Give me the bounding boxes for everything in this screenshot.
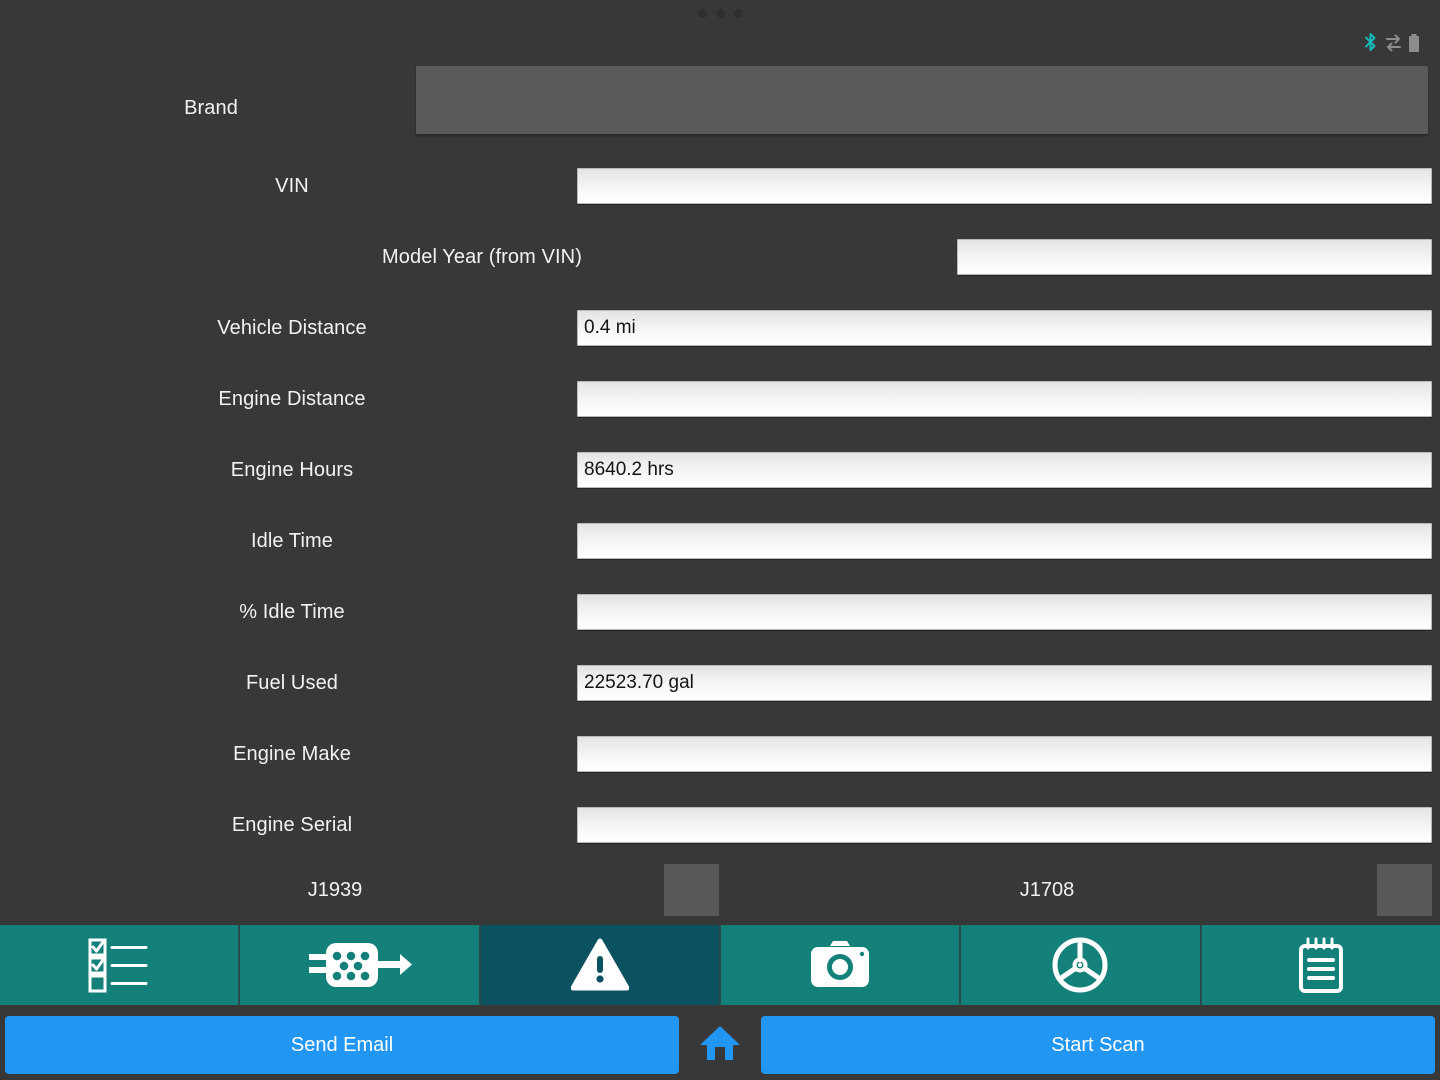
home-button[interactable] [679,1016,761,1074]
engine-serial-input[interactable] [577,807,1432,843]
form-row-model-year: Model Year (from VIN) [0,237,1440,277]
model-year-input[interactable] [957,239,1432,275]
label-j1939: J1939 [307,878,363,901]
send-email-button[interactable]: Send Email [5,1016,679,1074]
form-row-engine-distance: Engine Distance [0,379,1440,419]
tab-notes[interactable] [1201,925,1440,1005]
engine-make-input[interactable] [577,736,1432,772]
label-engine-hours: Engine Hours [230,458,354,481]
j1708-indicator[interactable] [1377,864,1432,916]
form-row-idle-time: Idle Time [0,521,1440,561]
tab-connector[interactable] [240,925,481,1005]
drag-handle-dots [697,8,707,18]
start-scan-button[interactable]: Start Scan [761,1016,1435,1074]
bluetooth-icon [1362,32,1379,59]
checklist-icon [88,937,150,993]
label-model-year: Model Year (from VIN) [382,245,582,268]
vehicle-distance-input[interactable]: 0.4 mi [577,310,1432,346]
form-row-engine-serial: Engine Serial [0,805,1440,845]
label-brand: Brand [184,96,238,119]
vin-input[interactable] [577,168,1432,204]
drag-handle-dots [715,8,725,18]
fuel-used-input[interactable]: 22523.70 gal [577,665,1432,701]
camera-icon [809,940,871,990]
label-j1708: J1708 [1019,878,1075,901]
fuel-used-value: 22523.70 gal [584,672,694,693]
label-vin: VIN [275,174,309,197]
idle-time-input[interactable] [577,523,1432,559]
form-row-brand: Brand [0,66,1440,134]
form-row-engine-hours: Engine Hours 8640.2 hrs [0,450,1440,490]
warning-icon [570,938,629,992]
form-row-vin: VIN [0,166,1440,206]
vehicle-distance-value: 0.4 mi [584,317,636,338]
notepad-icon [1296,937,1346,993]
status-bar [1362,32,1420,59]
label-vehicle-distance: Vehicle Distance [217,316,367,339]
window-drag-handle[interactable] [0,0,1440,26]
action-bar: Send Email Start Scan [0,1010,1440,1080]
form-row-vehicle-distance: Vehicle Distance 0.4 mi [0,308,1440,348]
data-transfer-icon [1385,33,1402,58]
percent-idle-time-input[interactable] [577,594,1432,630]
tab-bar [0,925,1440,1005]
label-idle-time: Idle Time [250,529,334,552]
tab-faults[interactable] [480,925,721,1005]
form-row-percent-idle-time: % Idle Time [0,592,1440,632]
drag-handle-dots [733,8,743,18]
battery-icon [1408,33,1420,58]
j1939-indicator[interactable] [664,864,719,916]
tab-wheel[interactable] [961,925,1202,1005]
label-engine-serial: Engine Serial [231,813,353,836]
form-row-engine-make: Engine Make [0,734,1440,774]
label-fuel-used: Fuel Used [245,671,339,694]
tab-checklist[interactable] [0,925,241,1005]
engine-hours-value: 8640.2 hrs [584,459,674,480]
label-engine-make: Engine Make [233,742,351,765]
brand-dropdown[interactable] [416,66,1428,134]
tab-camera[interactable] [720,925,962,1005]
engine-hours-input[interactable]: 8640.2 hrs [577,452,1432,488]
engine-distance-input[interactable] [577,381,1432,417]
connector-icon [304,937,414,993]
form-row-fuel-used: Fuel Used 22523.70 gal [0,663,1440,703]
home-icon [698,1023,742,1068]
protocol-row: J1939 J1708 [0,862,1440,918]
label-engine-distance: Engine Distance [218,387,366,410]
vehicle-info-form: Brand VIN Model Year (from VIN) Vehicle … [0,60,1440,920]
wheel-icon [1052,937,1108,993]
label-percent-idle-time: % Idle Time [239,600,345,623]
